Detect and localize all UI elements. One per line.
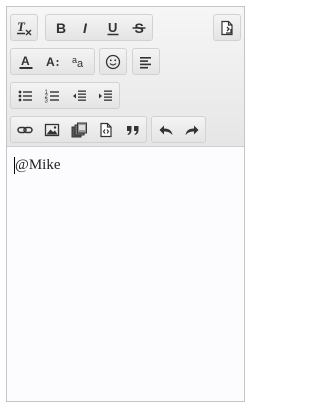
undo-button[interactable] bbox=[155, 117, 177, 142]
smiley-icon bbox=[105, 54, 121, 70]
emoji-button[interactable] bbox=[102, 49, 124, 74]
bulleted-list-button[interactable] bbox=[14, 83, 36, 108]
bold-icon: B bbox=[53, 20, 69, 36]
link-button[interactable] bbox=[14, 117, 36, 142]
editor-content-area[interactable]: @Mike bbox=[7, 147, 244, 401]
increase-indent-button[interactable] bbox=[94, 83, 116, 108]
remove-format-icon: T bbox=[16, 20, 32, 36]
image-icon bbox=[44, 122, 60, 138]
numbered-list-button[interactable]: 1 2 3 bbox=[41, 83, 63, 108]
editor-toolbar: T B I U S A A a a 1 2 3 bbox=[7, 7, 244, 147]
remove-format-button[interactable]: T bbox=[13, 15, 35, 40]
svg-text:3: 3 bbox=[45, 98, 49, 104]
format-icon: a a bbox=[72, 54, 88, 70]
text-style-group: A A a a bbox=[10, 48, 95, 75]
source-document-icon bbox=[219, 20, 235, 36]
blockquote-button[interactable] bbox=[122, 117, 144, 142]
font-size-button[interactable]: A bbox=[42, 49, 64, 74]
rich-text-editor: T B I U S A A a a 1 2 3 @Mike bbox=[6, 6, 245, 402]
text-color-button[interactable]: A bbox=[15, 49, 37, 74]
italic-button[interactable]: I bbox=[76, 15, 98, 40]
image-button[interactable] bbox=[41, 117, 63, 142]
bulleted-list-icon bbox=[17, 88, 33, 104]
align-group bbox=[132, 48, 160, 75]
svg-text:I: I bbox=[83, 20, 88, 36]
font-size-icon: A bbox=[45, 54, 61, 70]
italic-icon: I bbox=[79, 20, 95, 36]
template-button[interactable] bbox=[95, 117, 117, 142]
bold-button[interactable]: B bbox=[50, 15, 72, 40]
format-button[interactable]: a a bbox=[69, 49, 91, 74]
svg-text:U: U bbox=[108, 20, 117, 35]
list-group: 1 2 3 bbox=[10, 82, 120, 109]
decrease-indent-button[interactable] bbox=[68, 83, 90, 108]
underline-button[interactable]: U bbox=[102, 15, 124, 40]
document-template-icon bbox=[98, 122, 114, 138]
numbered-list-icon: 1 2 3 bbox=[44, 88, 60, 104]
svg-text:B: B bbox=[56, 20, 66, 36]
svg-text:T: T bbox=[17, 20, 26, 34]
svg-text:A: A bbox=[21, 54, 30, 68]
link-icon bbox=[17, 122, 33, 138]
source-group bbox=[213, 14, 241, 41]
align-left-icon bbox=[138, 54, 154, 70]
basic-styles-group: B I U S bbox=[45, 14, 153, 41]
decrease-indent-icon bbox=[71, 88, 87, 104]
editor-body-text: @Mike bbox=[15, 157, 61, 173]
source-button[interactable] bbox=[216, 15, 238, 40]
media-button[interactable] bbox=[68, 117, 90, 142]
insert-group bbox=[10, 116, 147, 143]
history-group bbox=[151, 116, 206, 143]
undo-icon bbox=[158, 122, 174, 138]
redo-button[interactable] bbox=[181, 117, 203, 142]
svg-text:A: A bbox=[46, 55, 55, 69]
emoji-group bbox=[99, 48, 127, 75]
redo-icon bbox=[184, 122, 200, 138]
strikethrough-button[interactable]: S bbox=[128, 15, 150, 40]
strikethrough-icon: S bbox=[131, 20, 147, 36]
text-color-icon: A bbox=[18, 54, 34, 70]
svg-text:a: a bbox=[77, 58, 84, 70]
remove-format-group: T bbox=[10, 14, 38, 41]
underline-icon: U bbox=[105, 20, 121, 36]
blockquote-icon bbox=[125, 122, 141, 138]
media-icon bbox=[71, 122, 87, 138]
align-left-button[interactable] bbox=[135, 49, 157, 74]
increase-indent-icon bbox=[97, 88, 113, 104]
